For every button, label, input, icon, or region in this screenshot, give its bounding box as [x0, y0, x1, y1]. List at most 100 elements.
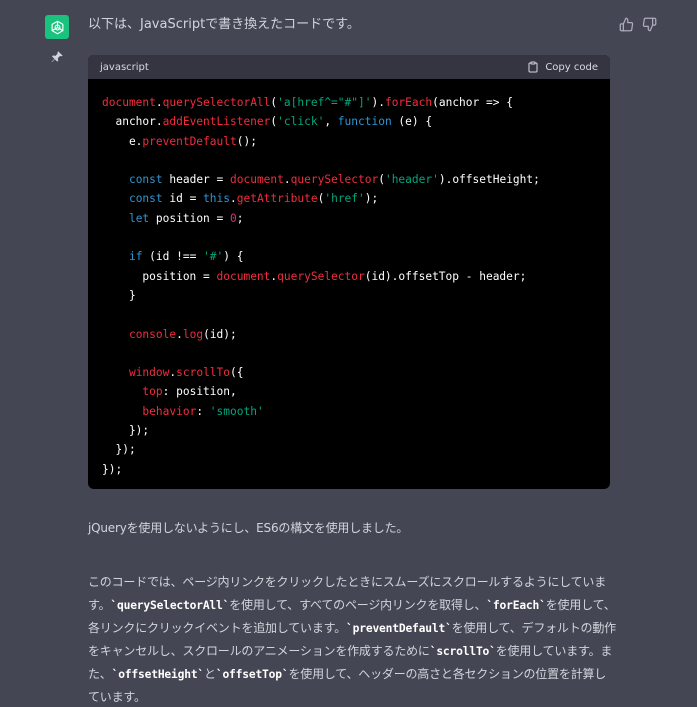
assistant-avatar — [45, 15, 69, 39]
code-token: '#' — [203, 250, 224, 264]
code-token: document — [216, 269, 271, 283]
code-token: querySelectorAll — [162, 96, 271, 109]
code-token: querySelector — [290, 173, 379, 187]
pin-icon[interactable] — [50, 49, 64, 63]
thumbs-up-icon[interactable] — [619, 17, 634, 32]
code-line: if (id !== '#') { — [102, 247, 596, 266]
code-line: top: position, — [102, 382, 596, 401]
code-token: 'smooth' — [209, 404, 264, 418]
inline-code: `offsetTop` — [215, 668, 289, 681]
code-token: (e) { — [391, 115, 433, 129]
code-token: getAttribute — [236, 192, 318, 206]
code-token: (id); — [203, 327, 237, 341]
code-token: position = — [149, 211, 230, 225]
code-token: document — [230, 173, 284, 187]
code-token: : — [196, 404, 210, 418]
code-token: }); — [102, 443, 136, 457]
code-token: window — [128, 366, 170, 380]
paragraph-text: を使用して、すべてのページ内リンクを取得し、 — [229, 598, 487, 612]
code-line: const id = this.getAttribute('href'); — [102, 189, 596, 208]
code-token: ) { — [223, 250, 244, 264]
intro-text: 以下は、JavaScriptで書き換えたコードです。 — [88, 17, 360, 32]
code-token: position = — [102, 269, 217, 283]
code-token: 'href' — [324, 192, 365, 206]
code-line: e.preventDefault(); — [102, 132, 596, 151]
code-token: header = — [162, 173, 230, 187]
code-line: console.log(id); — [102, 325, 596, 344]
code-token: querySelector — [277, 269, 365, 283]
summary-paragraph: jQueryを使用しないようにし、ES6の構文を使用しました。 — [88, 521, 409, 535]
code-line: let position = 0; — [102, 209, 596, 228]
code-token: let — [128, 211, 150, 225]
code-token: preventDefault — [142, 134, 237, 148]
code-token: ({ — [230, 366, 244, 380]
code-line: }); — [102, 460, 596, 479]
code-line: }); — [102, 421, 596, 440]
code-token: behavior — [142, 404, 197, 418]
code-token: . — [155, 96, 163, 109]
openai-logo-icon — [51, 20, 63, 34]
code-token: id = — [162, 192, 204, 206]
code-token: anchor. — [102, 115, 163, 129]
code-content: document.querySelectorAll('a[href^="#"]'… — [88, 79, 610, 479]
code-token: . — [230, 192, 237, 206]
code-token: scrollTo — [176, 366, 231, 380]
code-line: }); — [102, 440, 596, 459]
code-line: const header = document.querySelector('h… — [102, 170, 596, 189]
explanation-paragraph: このコードでは、ページ内リンクをクリックしたときにスムーズにスクロールするように… — [88, 571, 616, 707]
code-token: ).offsetHeight; — [438, 173, 540, 187]
code-token: , — [324, 115, 338, 129]
code-token: ). — [371, 96, 385, 109]
code-token: ( — [378, 173, 385, 187]
feedback-buttons — [619, 17, 657, 32]
copy-code-button[interactable]: Copy code — [527, 61, 598, 73]
code-block: javascript Copy code document.querySelec… — [88, 55, 610, 489]
code-token: 'header' — [384, 173, 439, 187]
code-language-label: javascript — [100, 61, 149, 73]
thumbs-down-icon[interactable] — [642, 17, 657, 32]
code-token: } — [102, 288, 136, 302]
code-token: log — [182, 327, 204, 341]
inline-code: `scrollTo` — [429, 645, 496, 658]
code-token: . — [176, 327, 183, 341]
code-token: . — [283, 173, 291, 187]
code-token: (id).offsetTop - header; — [364, 269, 527, 283]
code-line: anchor.addEventListener('click', functio… — [102, 112, 596, 131]
code-token: ; — [236, 211, 244, 225]
code-token: }); — [102, 462, 123, 476]
code-token: function — [337, 115, 392, 129]
code-token: addEventListener — [162, 115, 271, 129]
code-token: (id !== — [142, 250, 204, 264]
inline-code: `forEach` — [486, 599, 546, 612]
copy-code-label: Copy code — [545, 61, 598, 73]
code-token: this — [203, 192, 231, 206]
code-token: ); — [364, 192, 379, 206]
paragraph-text: と — [204, 667, 216, 681]
inline-code: `preventDefault` — [346, 622, 452, 635]
code-line: document.querySelectorAll('a[href^="#"]'… — [102, 93, 596, 112]
code-token: e. — [102, 134, 143, 148]
code-line: behavior: 'smooth' — [102, 402, 596, 421]
inline-code: `querySelectorAll` — [110, 599, 230, 612]
code-token: }); — [102, 424, 150, 438]
inline-code: `offsetHeight` — [111, 668, 205, 681]
code-line: window.scrollTo({ — [102, 363, 596, 382]
code-token: 'click' — [277, 115, 325, 129]
chat-message: 以下は、JavaScriptで書き換えたコードです。 javascript Co… — [0, 0, 697, 707]
code-line: position = document.querySelector(id).of… — [102, 267, 596, 286]
code-token: : position, — [162, 385, 237, 399]
code-token: (); — [236, 134, 257, 148]
code-token: document — [102, 96, 156, 109]
code-token: const — [128, 192, 163, 206]
